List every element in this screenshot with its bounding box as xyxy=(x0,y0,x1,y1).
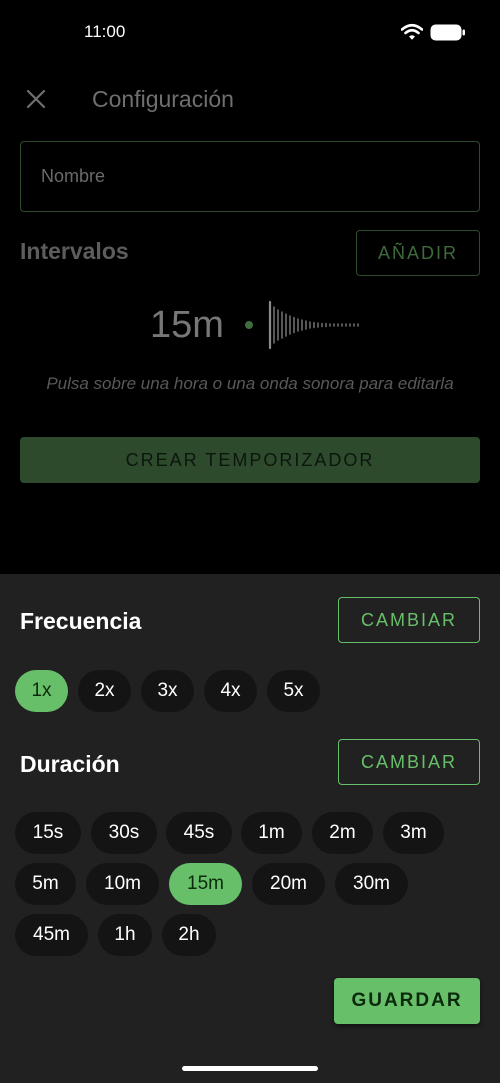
duration-chip[interactable]: 15s xyxy=(15,812,81,854)
status-time: 11:00 xyxy=(84,22,126,41)
name-input[interactable] xyxy=(20,141,480,212)
save-button[interactable]: GUARDAR xyxy=(334,978,480,1024)
frequency-chip[interactable]: 2x xyxy=(78,670,131,712)
sound-wave-icon[interactable] xyxy=(266,300,366,350)
hint-text: Pulsa sobre una hora o una onda sonora p… xyxy=(46,374,454,393)
intervals-title: Intervalos xyxy=(20,238,129,264)
change-frequency-button[interactable]: CAMBIAR xyxy=(338,597,480,643)
duration-chip[interactable]: 20m xyxy=(252,863,325,905)
home-indicator[interactable] xyxy=(182,1066,318,1071)
create-timer-button[interactable]: CREAR TEMPORIZADOR xyxy=(20,437,480,483)
duration-title: Duración xyxy=(20,751,120,777)
bottom-sheet: Frecuencia CAMBIAR 1x 2x 3x 4x 5x Duraci… xyxy=(0,574,500,1083)
configuration-page: Configuración Intervalos AÑADIR 15m Puls… xyxy=(0,0,500,574)
frequency-chip-selected[interactable]: 1x xyxy=(15,670,68,712)
battery-icon xyxy=(430,24,465,41)
wifi-icon xyxy=(401,23,423,40)
duration-chip[interactable]: 1h xyxy=(98,914,152,956)
duration-chip[interactable]: 5m xyxy=(15,863,76,905)
duration-chip[interactable]: 2h xyxy=(162,914,216,956)
duration-chip[interactable]: 10m xyxy=(86,863,159,905)
status-bar: 11:00 xyxy=(0,0,500,64)
frequency-title: Frecuencia xyxy=(20,608,142,634)
duration-chip[interactable]: 45s xyxy=(166,812,232,854)
duration-chip[interactable]: 30s xyxy=(91,812,157,854)
duration-chip[interactable]: 1m xyxy=(241,812,302,854)
interval-dot xyxy=(245,321,253,329)
change-duration-button[interactable]: CAMBIAR xyxy=(338,739,480,785)
frequency-chip[interactable]: 3x xyxy=(141,670,194,712)
frequency-chip[interactable]: 5x xyxy=(267,670,320,712)
close-icon[interactable] xyxy=(24,87,48,111)
add-interval-button[interactable]: AÑADIR xyxy=(356,230,480,276)
duration-chip[interactable]: 30m xyxy=(335,863,408,905)
frequency-chip[interactable]: 4x xyxy=(204,670,257,712)
duration-chip-selected[interactable]: 15m xyxy=(169,863,242,905)
duration-chip[interactable]: 2m xyxy=(312,812,373,854)
duration-chip[interactable]: 45m xyxy=(15,914,88,956)
interval-time[interactable]: 15m xyxy=(150,304,224,347)
screen: Configuración Intervalos AÑADIR 15m Puls… xyxy=(0,0,500,1083)
page-title: Configuración xyxy=(92,86,234,112)
duration-chip[interactable]: 3m xyxy=(383,812,444,854)
